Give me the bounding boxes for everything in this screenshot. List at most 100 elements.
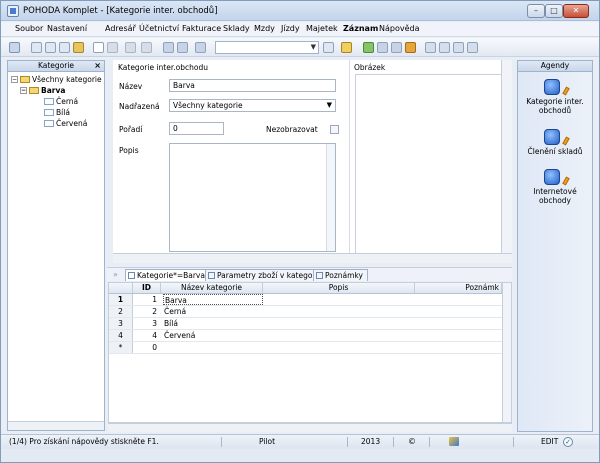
menu-sklady[interactable]: Sklady — [223, 24, 250, 33]
tab-kategorie[interactable]: Kategorie*=Barva — [125, 269, 210, 281]
name-input[interactable]: Barva — [169, 79, 336, 92]
maximize-button[interactable]: □ — [545, 4, 563, 18]
agenda-item-kategorie[interactable]: Kategorie inter. obchodů — [518, 79, 592, 115]
parent-select[interactable]: Všechny kategorie ▼ — [169, 99, 336, 112]
status-user: Pilot — [259, 437, 276, 446]
delete-icon[interactable] — [125, 42, 136, 53]
search-icon[interactable] — [31, 42, 42, 53]
picture-frame[interactable] — [355, 74, 503, 254]
tree-item-barva[interactable]: − Barva — [20, 86, 65, 95]
new-record-icon[interactable] — [93, 42, 104, 53]
menu-napoveda[interactable]: Nápověda — [379, 24, 420, 33]
menu-nastaveni[interactable]: Nastavení — [47, 24, 87, 33]
collapse-icon[interactable]: − — [20, 86, 27, 94]
description-scrollbar[interactable] — [326, 144, 335, 251]
edit-icon[interactable] — [107, 42, 118, 53]
agenda-icon — [544, 79, 560, 95]
description-textarea[interactable] — [169, 143, 336, 252]
name-label: Název — [119, 82, 143, 91]
save-as-icon[interactable] — [177, 42, 188, 53]
toolbar: ▼ — [1, 38, 599, 57]
form-horizontal-scrollbar[interactable] — [113, 253, 512, 263]
table-row[interactable]: 1 1 Barva — [109, 294, 502, 306]
tree-item-cervena[interactable]: Červená — [44, 119, 87, 128]
agenda-icon — [544, 129, 560, 145]
chevron-down-icon: ▼ — [326, 101, 332, 109]
save-icon[interactable] — [163, 42, 174, 53]
view-icon[interactable] — [425, 42, 436, 53]
detail-tabs: » Kategorie*=Barva Parametry zboží v kat… — [107, 267, 512, 281]
tools-icon[interactable] — [405, 42, 416, 53]
tree-item-all[interactable]: − Všechny kategorie — [11, 75, 102, 84]
column-note[interactable]: Poznámk — [415, 283, 502, 293]
calculator-icon[interactable] — [391, 42, 402, 53]
window-icon[interactable] — [453, 42, 464, 53]
menu-mzdy[interactable]: Mzdy — [254, 24, 275, 33]
tab-parametry[interactable]: Parametry zboží v kategorii — [205, 269, 325, 281]
table-icon[interactable] — [377, 42, 388, 53]
collapse-icon[interactable]: − — [11, 75, 18, 83]
export-icon[interactable] — [73, 42, 84, 53]
pencil-icon — [562, 136, 570, 146]
pencil-icon — [562, 176, 570, 186]
tree-item-bila[interactable]: Bílá — [44, 108, 70, 117]
picture-panel: Obrázek — [349, 60, 512, 260]
form-title: Kategorie inter.obchodu — [118, 63, 208, 72]
refresh-icon[interactable] — [363, 42, 374, 53]
new-record-row[interactable]: * 0 — [109, 342, 502, 354]
menu-soubor[interactable]: Soubor — [15, 24, 43, 33]
agenda-title: Agendy — [518, 61, 592, 72]
menu-bar: Soubor Nastavení Adresář Účetnictví Fakt… — [1, 22, 599, 37]
close-button[interactable]: ✕ — [563, 4, 589, 18]
window-bottom-edge — [1, 449, 599, 462]
tab-poznamky[interactable]: Poznámky — [313, 269, 368, 281]
navigate-icon[interactable] — [141, 42, 152, 53]
grid-vertical-scrollbar[interactable] — [502, 283, 511, 422]
minimize-button[interactable]: – — [527, 4, 545, 18]
status-copyright-icon: © — [408, 437, 416, 446]
chevron-down-icon: ▼ — [310, 43, 316, 51]
pencil-icon — [562, 86, 570, 96]
title-bar: POHODA Komplet - [Kategorie inter. obcho… — [1, 1, 599, 21]
filter-icon — [128, 271, 135, 279]
toolbar-combobox[interactable]: ▼ — [215, 41, 319, 54]
filter-icon[interactable] — [323, 42, 334, 53]
agenda-item-cleneni[interactable]: Členění skladů — [518, 129, 592, 156]
copy-icon[interactable] — [195, 42, 206, 53]
menu-zaznam[interactable]: Záznam — [343, 24, 378, 33]
menu-jizdy[interactable]: Jízdy — [281, 24, 300, 33]
grid-horizontal-scrollbar[interactable] — [108, 423, 512, 432]
menu-ucetnictvi[interactable]: Účetnictví — [139, 24, 179, 33]
column-name[interactable]: Název kategorie — [161, 283, 263, 293]
column-id[interactable]: ID — [133, 283, 161, 293]
table-row[interactable]: 2 2 Černá — [109, 306, 502, 318]
folder-icon[interactable] — [341, 42, 352, 53]
close-icon[interactable]: × — [94, 61, 101, 71]
preview-icon[interactable] — [59, 42, 70, 53]
tabs-pin-icon[interactable]: » — [113, 270, 118, 279]
tree-item-cerna[interactable]: Černá — [44, 97, 78, 106]
picture-label: Obrázek — [354, 63, 386, 72]
table-row[interactable]: 4 4 Červená — [109, 330, 502, 342]
table-row[interactable]: 3 3 Bílá — [109, 318, 502, 330]
form-vertical-scrollbar[interactable] — [501, 60, 512, 253]
tree-horizontal-scrollbar[interactable] — [8, 421, 104, 430]
notshow-checkbox[interactable] — [330, 125, 339, 134]
order-label: Pořadí — [119, 125, 143, 134]
menu-adresar[interactable]: Adresář — [105, 24, 136, 33]
record-form: Kategorie inter.obchodu Název Barva Nadř… — [113, 60, 349, 260]
layout-icon[interactable] — [439, 42, 450, 53]
menu-majetek[interactable]: Majetek — [306, 24, 338, 33]
help-icon[interactable] — [467, 42, 478, 53]
order-input[interactable]: 0 — [169, 122, 224, 135]
folder-icon — [44, 108, 54, 116]
agenda-item-internetove[interactable]: Internetové obchody — [518, 169, 592, 205]
menu-fakturace[interactable]: Fakturace — [182, 24, 221, 33]
category-tree-panel: Kategorie × − Všechny kategorie − Barva Če… — [7, 60, 105, 431]
agenda-icon — [544, 169, 560, 185]
agenda-icon[interactable] — [9, 42, 20, 53]
folder-icon — [44, 119, 54, 127]
print-icon[interactable] — [45, 42, 56, 53]
column-description[interactable]: Popis — [263, 283, 415, 293]
notshow-label: Nezobrazovat — [266, 125, 318, 134]
